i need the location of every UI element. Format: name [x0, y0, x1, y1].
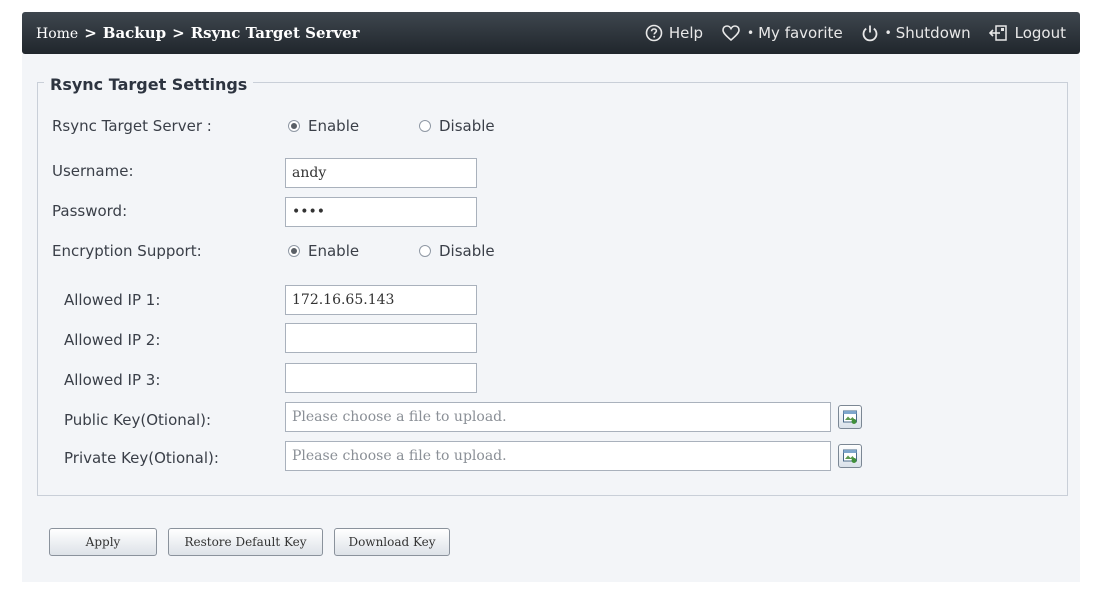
public-key-label: Public Key(Otional): [64, 411, 212, 429]
power-icon [862, 25, 878, 42]
radio-checked-icon [288, 245, 300, 257]
apply-button[interactable]: Apply [49, 528, 157, 556]
dot-icon: • [747, 26, 755, 40]
radio-unchecked-icon [419, 120, 431, 132]
breadcrumb-current: Rsync Target Server [190, 24, 360, 42]
allowed-ip-1-label: Allowed IP 1: [64, 291, 161, 309]
dot-icon: • [884, 26, 892, 40]
private-key-file-input[interactable] [285, 441, 831, 471]
rsync-disable-label: Disable [439, 117, 495, 135]
password-input[interactable] [285, 197, 477, 227]
rsync-target-server-label: Rsync Target Server : [52, 117, 212, 135]
private-key-label: Private Key(Otional): [64, 449, 219, 467]
help-link[interactable]: Help [645, 24, 703, 42]
download-key-button[interactable]: Download Key [334, 528, 450, 556]
breadcrumb-separator: > [172, 24, 185, 42]
logout-label: Logout [1014, 24, 1066, 42]
settings-legend: Rsync Target Settings [44, 75, 254, 94]
rsync-target-page: Home > Backup > Rsync Target Server Help • M… [0, 0, 1095, 590]
breadcrumb-home[interactable]: Home [36, 26, 78, 42]
rsync-disable-radio[interactable]: Disable [419, 117, 495, 135]
encryption-enable-label: Enable [308, 242, 360, 260]
encryption-disable-label: Disable [439, 242, 495, 260]
allowed-ip-3-label: Allowed IP 3: [64, 371, 161, 389]
header-bar: Home > Backup > Rsync Target Server Help • M… [22, 12, 1080, 54]
password-label: Password: [52, 202, 128, 220]
allowed-ip-3-input[interactable] [285, 363, 477, 393]
shutdown-label: Shutdown [895, 24, 971, 42]
heart-icon [722, 25, 740, 42]
restore-default-key-button[interactable]: Restore Default Key [168, 528, 323, 556]
radio-checked-icon [288, 120, 300, 132]
logout-link[interactable]: Logout [988, 24, 1066, 42]
username-input[interactable] [285, 158, 477, 188]
help-icon [645, 24, 663, 42]
public-key-browse-button[interactable] [838, 405, 862, 429]
rsync-enable-label: Enable [308, 117, 360, 135]
private-key-browse-button[interactable] [838, 444, 862, 468]
file-browse-icon [843, 410, 857, 424]
encryption-enable-radio[interactable]: Enable [288, 242, 359, 260]
header-actions: Help • My favorite • Shutdown Logout [627, 24, 1066, 42]
rsync-enable-radio[interactable]: Enable [288, 117, 359, 135]
radio-unchecked-icon [419, 245, 431, 257]
my-favorite-label: My favorite [758, 24, 843, 42]
encryption-support-label: Encryption Support: [52, 242, 202, 260]
allowed-ip-1-input[interactable] [285, 285, 477, 315]
content-panel: Rsync Target Settings Rsync Target Serve… [22, 54, 1080, 582]
shutdown-link[interactable]: • Shutdown [861, 24, 971, 42]
breadcrumb-separator: > [84, 24, 97, 42]
breadcrumb: Home > Backup > Rsync Target Server [36, 24, 360, 42]
rsync-settings-fieldset [37, 82, 1068, 496]
username-label: Username: [52, 162, 134, 180]
allowed-ip-2-input[interactable] [285, 323, 477, 353]
public-key-file-input[interactable] [285, 402, 831, 432]
allowed-ip-2-label: Allowed IP 2: [64, 331, 161, 349]
breadcrumb-backup[interactable]: Backup [103, 24, 166, 42]
my-favorite-link[interactable]: • My favorite [721, 24, 843, 42]
help-label: Help [668, 24, 704, 42]
file-browse-icon [843, 449, 857, 463]
encryption-disable-radio[interactable]: Disable [419, 242, 495, 260]
logout-icon [988, 25, 1007, 41]
